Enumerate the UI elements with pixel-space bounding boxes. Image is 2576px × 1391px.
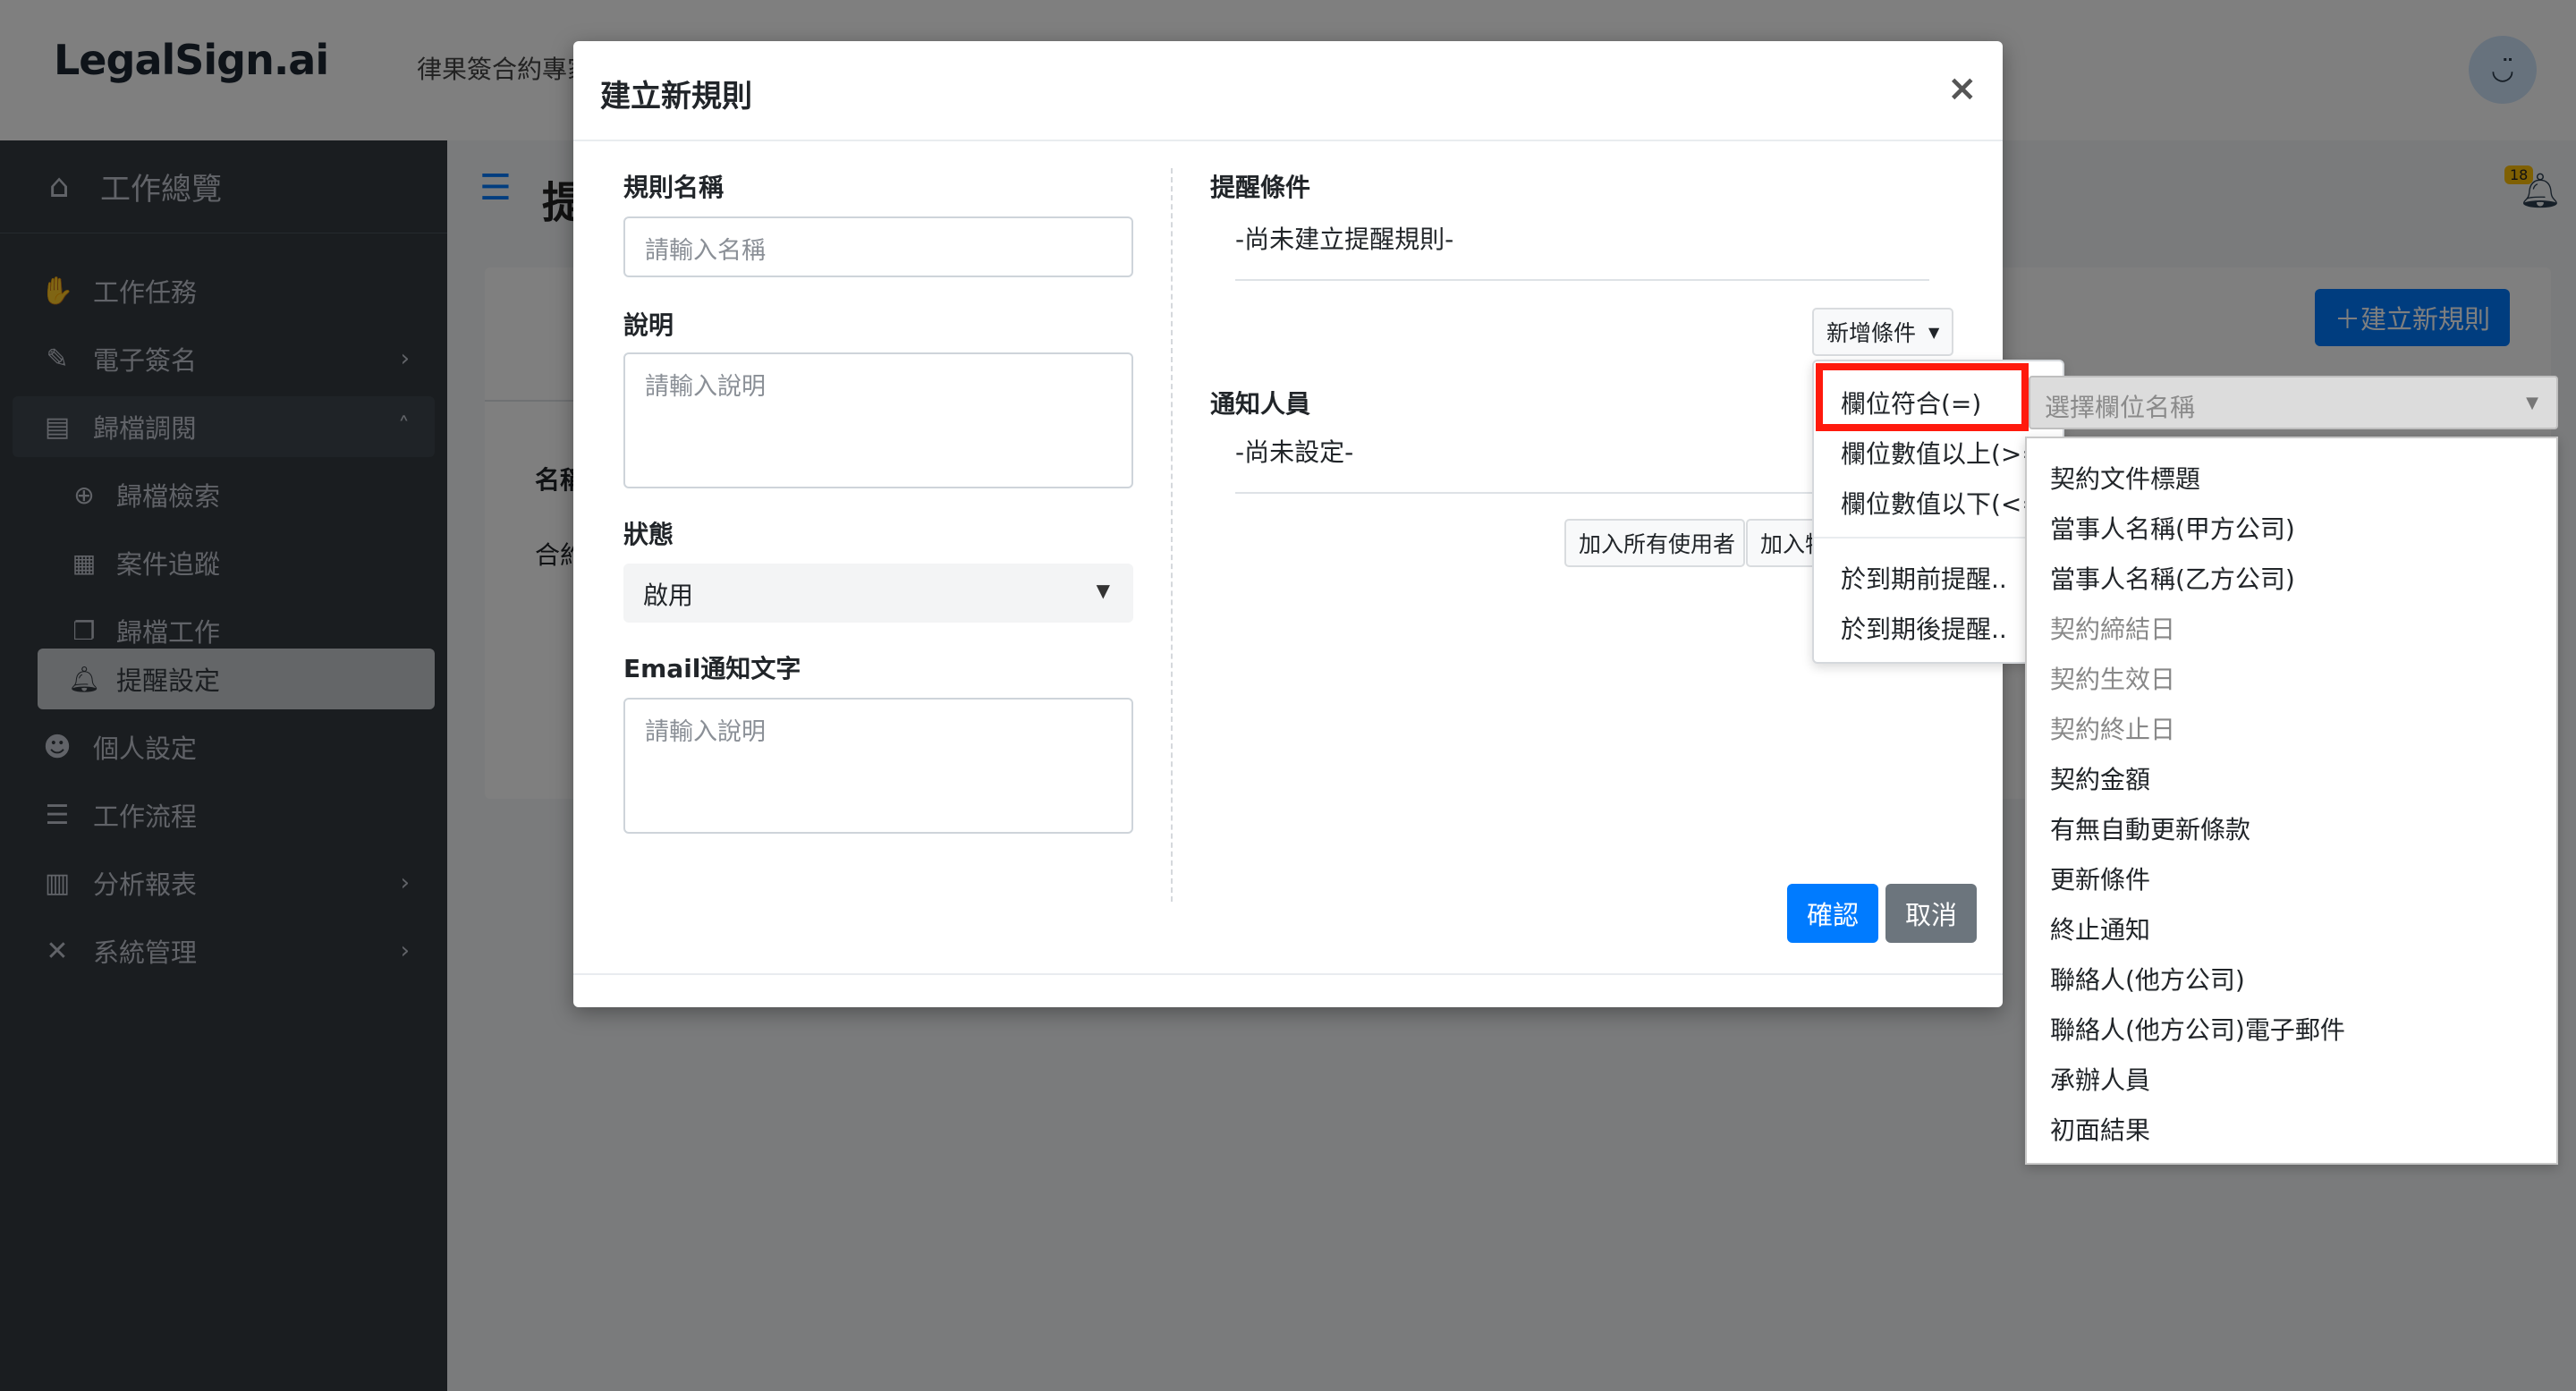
rule-name-input[interactable]: 請輸入名稱 bbox=[623, 216, 1133, 277]
condition-option-before-expiry[interactable]: 於到期前提醒.. bbox=[1841, 560, 2007, 596]
modal-title: 建立新規則 bbox=[600, 79, 752, 115]
status-label: 狀態 bbox=[623, 520, 674, 549]
cancel-button[interactable]: 取消 bbox=[1885, 884, 1977, 943]
field-option[interactable]: 聯絡人(他方公司)電子郵件 bbox=[2050, 1011, 2345, 1047]
highlight-box bbox=[1816, 363, 2029, 431]
condition-option-gte[interactable]: 欄位數值以上(>=) bbox=[1841, 435, 2053, 471]
create-rule-modal: 建立新規則 × 規則名稱 請輸入名稱 說明 請輸入說明 狀態 啟用 ▼ Emai… bbox=[573, 41, 2003, 1007]
description-textarea[interactable]: 請輸入說明 bbox=[623, 352, 1133, 488]
field-option[interactable]: 終止通知 bbox=[2050, 911, 2150, 946]
description-label: 說明 bbox=[623, 310, 674, 340]
field-name-options: 契約文件標題 當事人名稱(甲方公司) 當事人名稱(乙方公司) 契約締結日 契約生… bbox=[2025, 437, 2558, 1165]
add-all-users-label: 加入所有使用者 bbox=[1579, 531, 1736, 557]
modal-footer-divider bbox=[573, 973, 2003, 975]
email-text-label: Email通知文字 bbox=[623, 654, 801, 683]
add-all-users-button[interactable]: 加入所有使用者 bbox=[1564, 519, 1745, 567]
field-option[interactable]: 契約文件標題 bbox=[2050, 460, 2200, 496]
modal-header: 建立新規則 × bbox=[573, 41, 2003, 141]
condition-option-after-expiry[interactable]: 於到期後提醒.. bbox=[1841, 610, 2007, 646]
condition-option-lte[interactable]: 欄位數值以下(<=) bbox=[1841, 485, 2053, 521]
field-option[interactable]: 契約締結日 bbox=[2050, 610, 2175, 646]
confirm-button[interactable]: 確認 bbox=[1787, 884, 1878, 943]
field-option[interactable]: 契約金額 bbox=[2050, 760, 2150, 796]
field-option[interactable]: 當事人名稱(甲方公司) bbox=[2050, 510, 2295, 546]
field-option[interactable]: 當事人名稱(乙方公司) bbox=[2050, 560, 2295, 596]
field-option[interactable]: 契約終止日 bbox=[2050, 710, 2175, 746]
field-option[interactable]: 承辦人員 bbox=[2050, 1061, 2150, 1097]
notify-label: 通知人員 bbox=[1210, 389, 1311, 419]
status-select[interactable]: 啟用 ▼ bbox=[623, 564, 1133, 623]
caret-down-icon: ▼ bbox=[1096, 580, 1110, 601]
field-option[interactable]: 契約生效日 bbox=[2050, 660, 2175, 696]
email-text-textarea[interactable]: 請輸入說明 bbox=[623, 698, 1133, 834]
status-select-value: 啟用 bbox=[643, 581, 694, 610]
field-option[interactable]: 初面結果 bbox=[2050, 1111, 2150, 1147]
conditions-empty-text: -尚未建立提醒規則- bbox=[1235, 225, 1454, 254]
close-icon[interactable]: × bbox=[1947, 68, 1978, 109]
conditions-divider bbox=[1235, 279, 1929, 281]
field-option[interactable]: 更新條件 bbox=[2050, 861, 2150, 896]
field-name-placeholder: 選擇欄位名稱 bbox=[2045, 393, 2196, 422]
conditions-label: 提醒條件 bbox=[1210, 173, 1311, 202]
field-option[interactable]: 聯絡人(他方公司) bbox=[2050, 961, 2245, 997]
add-condition-button[interactable]: 新增條件 ▼ bbox=[1812, 308, 1953, 356]
field-name-select[interactable]: 選擇欄位名稱 ▼ bbox=[2029, 376, 2558, 429]
caret-down-icon: ▼ bbox=[2526, 394, 2538, 412]
rule-name-label: 規則名稱 bbox=[623, 173, 724, 202]
notify-empty-text: -尚未設定- bbox=[1235, 437, 1354, 467]
caret-down-icon: ▼ bbox=[1928, 323, 1940, 341]
field-option[interactable]: 有無自動更新條款 bbox=[2050, 810, 2250, 846]
column-divider bbox=[1171, 168, 1173, 902]
add-condition-label: 新增條件 bbox=[1826, 320, 1917, 346]
